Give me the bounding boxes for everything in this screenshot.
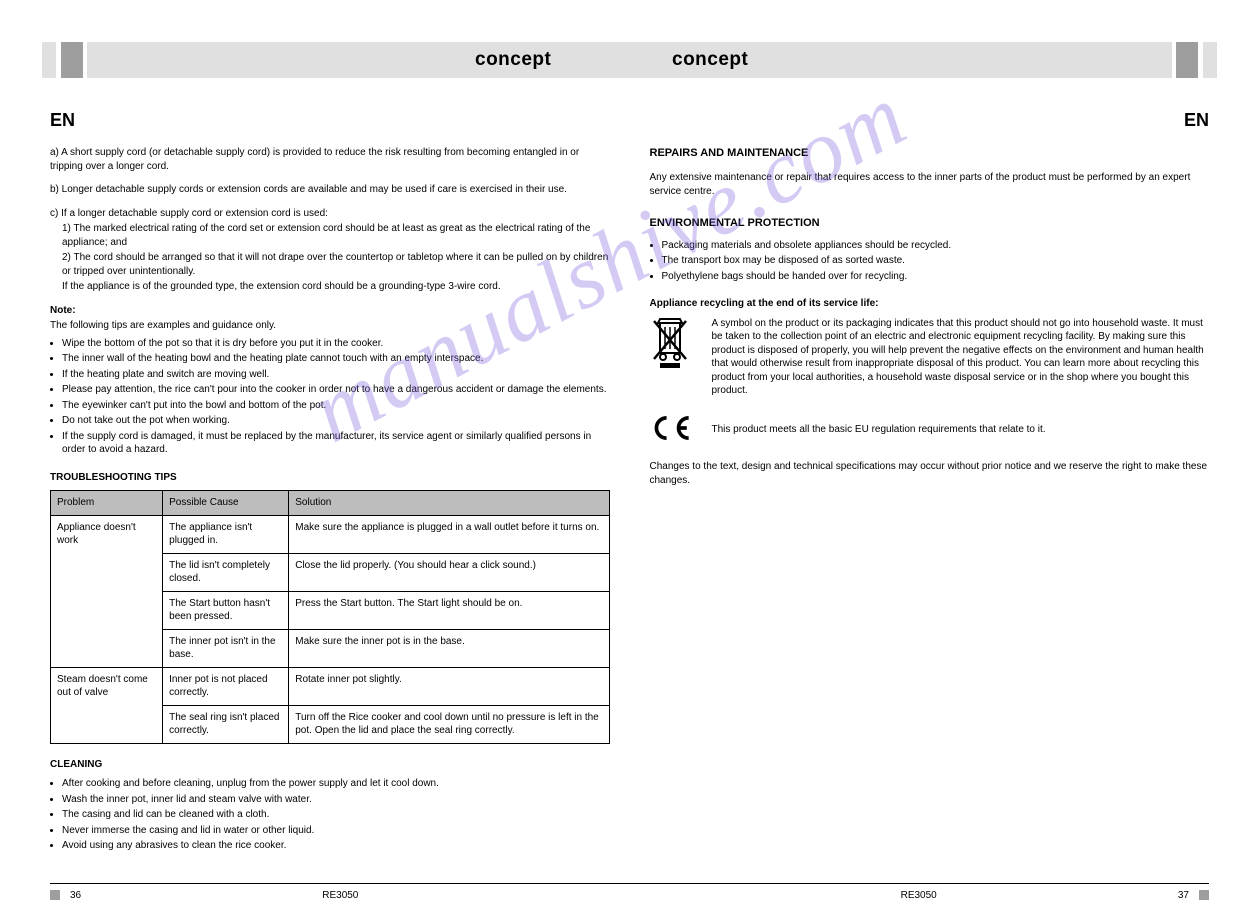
changes-text: Changes to the text, design and technica… <box>650 460 1210 487</box>
list-item: The casing and lid can be cleaned with a… <box>62 808 610 822</box>
table-header-row: Problem Possible Cause Solution <box>51 491 610 516</box>
list-item: Please pay attention, the rice can't pou… <box>62 383 610 397</box>
list-item: The transport box may be disposed of as … <box>662 254 1210 268</box>
notes-bullet-list: Wipe the bottom of the pot so that it is… <box>62 337 610 457</box>
table-cell: The lid isn't completely closed. <box>163 553 289 591</box>
footer: 36 RE3050 RE3050 37 <box>0 890 1259 915</box>
weee-bin-icon <box>650 317 698 374</box>
list-item: Wipe the bottom of the pot so that it is… <box>62 337 610 351</box>
table-cell: Make sure the appliance is plugged in a … <box>289 515 609 553</box>
table-cell: Appliance doesn't work <box>51 515 163 667</box>
lang-tag: EN <box>650 108 1210 132</box>
header-bar: concept concept <box>0 42 1259 78</box>
table-cell: The appliance isn't plugged in. <box>163 515 289 553</box>
left-page: EN a) A short supply cord (or detachable… <box>50 108 610 863</box>
troubleshooting-table: Problem Possible Cause Solution Applianc… <box>50 490 610 744</box>
cleaning-bullet-list: After cooking and before cleaning, unplu… <box>62 777 610 853</box>
cleaning-heading: CLEANING <box>50 758 610 772</box>
service-heading: REPAIRS AND MAINTENANCE <box>650 146 1210 161</box>
table-cell: The inner pot isn't in the base. <box>163 629 289 667</box>
table-cell: Turn off the Rice cooker and cool down u… <box>289 705 609 743</box>
list-item: If the heating plate and switch are movi… <box>62 368 610 382</box>
list-item: After cooking and before cleaning, unplu… <box>62 777 610 791</box>
header-decor <box>61 42 83 78</box>
list-item: The inner wall of the heating bowl and t… <box>62 352 610 366</box>
table-cell: Steam doesn't come out of valve <box>51 667 163 743</box>
list-item: Packaging materials and obsolete applian… <box>662 239 1210 253</box>
footer-decor <box>1199 890 1209 900</box>
footer-decor <box>50 890 60 900</box>
header-decor <box>87 42 1172 78</box>
list-item: The eyewinker can't put into the bowl an… <box>62 399 610 413</box>
body-text: b) Longer detachable supply cords or ext… <box>50 183 610 197</box>
list-item: Polyethylene bags should be handed over … <box>662 270 1210 284</box>
table-row: Steam doesn't come out of valve Inner po… <box>51 667 610 705</box>
note-subtext: The following tips are examples and guid… <box>50 319 610 333</box>
col-header: Possible Cause <box>163 491 289 516</box>
table-cell: Make sure the inner pot is in the base. <box>289 629 609 667</box>
right-page: EN REPAIRS AND MAINTENANCE Any extensive… <box>650 108 1210 863</box>
environment-heading: ENVIRONMENTAL PROTECTION <box>650 216 1210 231</box>
list-item: Wash the inner pot, inner lid and steam … <box>62 793 610 807</box>
list-item: Never immerse the casing and lid in wate… <box>62 824 610 838</box>
ce-text: This product meets all the basic EU regu… <box>712 423 1210 437</box>
lang-tag: EN <box>50 108 610 132</box>
table-cell: Close the lid properly. (You should hear… <box>289 553 609 591</box>
brand-logo-left: concept <box>475 42 551 78</box>
table-cell: Inner pot is not placed correctly. <box>163 667 289 705</box>
list-item: Avoid using any abrasives to clean the r… <box>62 839 610 853</box>
table-cell: Rotate inner pot slightly. <box>289 667 609 705</box>
table-cell: Press the Start button. The Start light … <box>289 591 609 629</box>
body-text: Any extensive maintenance or repair that… <box>650 171 1210 198</box>
header-decor <box>1176 42 1198 78</box>
ce-mark-icon <box>650 414 698 447</box>
model-right: RE3050 <box>901 890 937 901</box>
model-left: RE3050 <box>322 890 358 901</box>
body-text: c) If a longer detachable supply cord or… <box>50 207 610 221</box>
body-text: 1) The marked electrical rating of the c… <box>62 222 610 249</box>
env-bullet-list: Packaging materials and obsolete applian… <box>662 239 1210 284</box>
list-item: If the supply cord is damaged, it must b… <box>62 430 610 457</box>
recycle-text: A symbol on the product or its packaging… <box>712 317 1210 398</box>
body-text: If the appliance is of the grounded type… <box>62 280 610 294</box>
body-text: 2) The cord should be arranged so that i… <box>62 251 610 278</box>
table-row: Appliance doesn't work The appliance isn… <box>51 515 610 553</box>
brand-logo-right: concept <box>672 42 748 78</box>
page-number-right: 37 <box>1178 890 1189 901</box>
note-heading: Note: <box>50 304 610 318</box>
header-decor <box>42 42 56 78</box>
col-header: Solution <box>289 491 609 516</box>
table-cell: The Start button hasn't been pressed. <box>163 591 289 629</box>
col-header: Problem <box>51 491 163 516</box>
header-decor <box>1203 42 1217 78</box>
troubleshooting-heading: TROUBLESHOOTING TIPS <box>50 471 610 485</box>
footer-rule <box>50 883 1209 884</box>
list-item: Do not take out the pot when working. <box>62 414 610 428</box>
body-text: a) A short supply cord (or detachable su… <box>50 146 610 173</box>
table-cell: The seal ring isn't placed correctly. <box>163 705 289 743</box>
page-number-left: 36 <box>70 890 81 901</box>
recycle-heading: Appliance recycling at the end of its se… <box>650 297 1210 311</box>
